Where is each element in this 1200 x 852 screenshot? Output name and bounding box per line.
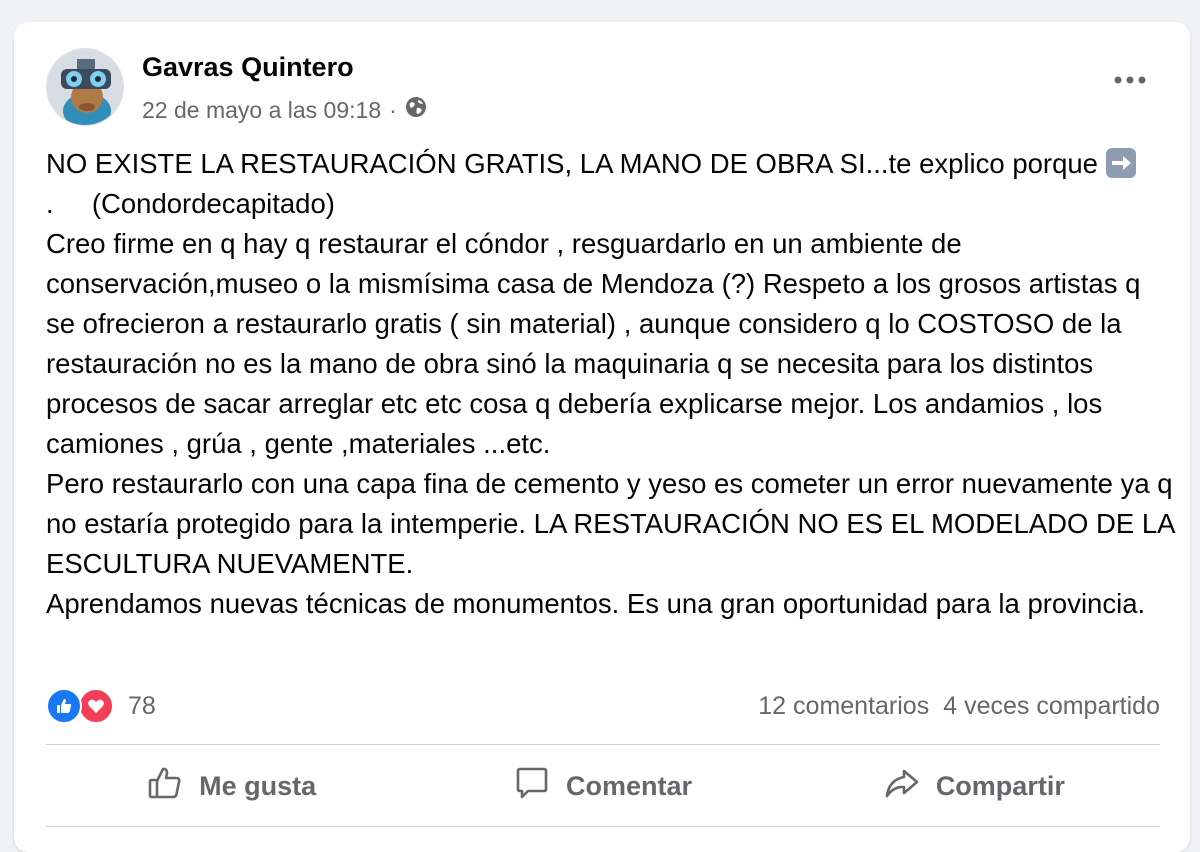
reaction-count[interactable]: 78 [128,692,156,721]
comments-count[interactable]: 12 comentarios [758,692,929,721]
meta-separator: · [389,96,397,123]
post-meta: 22 de mayo a las 09:18 · [142,96,427,124]
post-text-body: . (Condordecapitado) Creo firme en q hay… [46,188,1174,619]
bottom-divider [46,826,1160,827]
post-card: Gavras Quintero 22 de mayo a las 09:18 ·… [14,22,1190,852]
comment-button[interactable]: Comentar [417,752,788,820]
author-name[interactable]: Gavras Quintero [142,52,354,83]
comment-label: Comentar [565,770,692,801]
engagement-counts: 12 comentarios 4 veces compartido [758,692,1160,721]
shares-count[interactable]: 4 veces compartido [943,692,1160,721]
post-stats: 78 12 comentarios 4 veces compartido [46,686,1160,726]
post-actions: Me gusta Comentar Compartir [46,752,1160,820]
globe-icon[interactable] [405,96,427,124]
love-reaction-icon [78,688,114,724]
like-label: Me gusta [199,770,317,801]
divider [46,744,1160,745]
more-options-icon[interactable] [1110,70,1150,90]
avatar[interactable] [46,48,124,126]
share-button[interactable]: Compartir [789,752,1160,820]
thumbs-up-icon [147,765,183,808]
post-timestamp[interactable]: 22 de mayo a las 09:18 [142,97,381,124]
avatar-image [47,49,123,125]
post-text-line1: NO EXISTE LA RESTAURACIÓN GRATIS, LA MAN… [46,148,1098,179]
reactions-summary[interactable]: 78 [46,688,156,724]
share-icon [884,765,920,808]
right-arrow-emoji-icon [1105,148,1136,178]
like-reaction-icon [46,688,82,724]
post-text: NO EXISTE LA RESTAURACIÓN GRATIS, LA MAN… [46,144,1176,624]
comment-icon [514,765,550,808]
like-button[interactable]: Me gusta [46,752,417,820]
share-label: Compartir [935,770,1065,801]
